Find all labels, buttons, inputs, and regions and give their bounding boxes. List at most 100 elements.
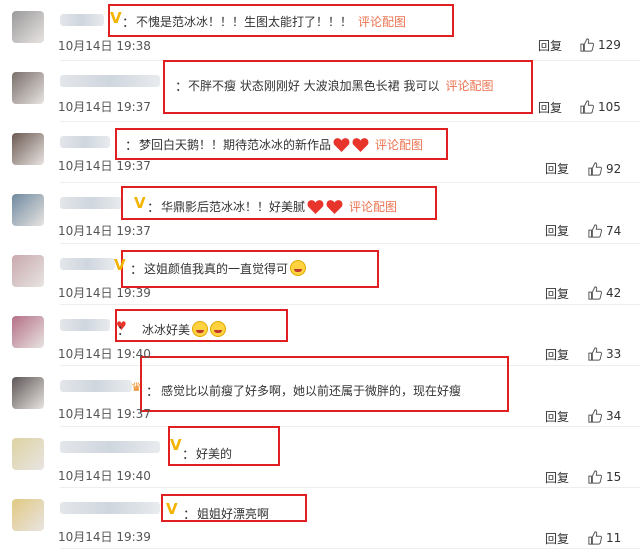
heart-emoji-icon	[333, 138, 350, 152]
reply-button[interactable]: 回复	[545, 160, 569, 177]
comment-image-link[interactable]: 评论配图	[445, 79, 493, 93]
comment-timestamp: 10月14日 19:38	[58, 39, 151, 53]
comment-text: 冰冰好美	[142, 321, 227, 338]
colon-separator: ：	[182, 448, 196, 463]
like-count: 92	[606, 162, 622, 176]
like-button[interactable]: 11	[588, 531, 621, 545]
reply-button[interactable]: 回复	[538, 37, 562, 54]
comment-image-link[interactable]: 评论配图	[375, 138, 423, 152]
avatar[interactable]	[12, 377, 44, 409]
avatar[interactable]	[12, 72, 44, 104]
crying-face-emoji-icon	[290, 260, 307, 276]
username-blurred[interactable]	[60, 258, 115, 270]
comment-image-link[interactable]: 评论配图	[349, 200, 397, 214]
colon-separator: ：	[125, 139, 139, 154]
comment-text: 华鼎影后范冰冰！！好美腻 评论配图	[161, 198, 397, 215]
comment-body: 这姐颜值我真的一直觉得可	[144, 262, 289, 276]
username-blurred[interactable]	[60, 75, 160, 87]
like-button[interactable]: 34	[588, 409, 621, 423]
username-blurred[interactable]	[60, 197, 122, 209]
colon-separator: ：	[130, 263, 144, 278]
reply-button[interactable]: 回复	[545, 469, 569, 486]
comment-timestamp: 10月14日 19:37	[58, 407, 151, 421]
thumbs-up-icon	[588, 470, 602, 484]
comment-timestamp: 10月14日 19:40	[58, 347, 151, 361]
avatar[interactable]	[12, 438, 44, 470]
comment-text: 梦回白天鹅！！期待范冰冰的新作品 评论配图	[139, 136, 423, 153]
like-button[interactable]: 92	[588, 162, 621, 176]
comment-body: 姐姐好漂亮啊	[197, 507, 270, 521]
username-blurred[interactable]	[60, 136, 110, 148]
avatar[interactable]	[12, 316, 44, 348]
reply-button[interactable]: 回复	[545, 408, 569, 425]
comment-text: 姐姐好漂亮啊	[197, 505, 269, 522]
reply-button[interactable]: 回复	[545, 222, 569, 239]
like-count: 129	[598, 38, 621, 52]
comment-timestamp: 10月14日 19:39	[58, 286, 151, 300]
comment-text: 感觉比以前瘦了好多啊，她以前还属于微胖的，现在好瘦	[161, 382, 461, 399]
heart-emoji-icon	[352, 138, 369, 152]
avatar[interactable]	[12, 194, 44, 226]
reply-button[interactable]: 回复	[545, 530, 569, 547]
like-button[interactable]: 15	[588, 470, 621, 484]
like-count: 15	[606, 470, 622, 484]
comment-timestamp: 10月14日 19:37	[58, 159, 151, 173]
comment-timestamp: 10月14日 19:39	[58, 530, 151, 544]
crying-face-emoji-icon	[210, 321, 227, 337]
avatar[interactable]	[12, 11, 44, 43]
like-button[interactable]: 42	[588, 286, 621, 300]
crown-badge-icon: ♛	[131, 380, 142, 394]
heart-emoji-icon	[326, 200, 343, 214]
comment-text: 不愧是范冰冰！！！生图太能打了！！！ 评论配图	[136, 13, 406, 30]
colon-separator: ：	[146, 385, 160, 400]
comment-timestamp: 10月14日 19:37	[58, 100, 151, 114]
like-button[interactable]: 74	[588, 224, 621, 238]
like-count: 42	[606, 286, 622, 300]
like-button[interactable]: 105	[580, 100, 621, 114]
thumbs-up-icon	[588, 286, 602, 300]
thumbs-up-icon	[588, 224, 602, 238]
avatar[interactable]	[12, 255, 44, 287]
reply-button[interactable]: 回复	[545, 346, 569, 363]
like-count: 34	[606, 409, 622, 423]
crying-face-emoji-icon	[192, 321, 209, 337]
username-blurred[interactable]	[60, 441, 160, 453]
avatar[interactable]	[12, 499, 44, 531]
comment-body: 好美的	[196, 447, 233, 461]
thumbs-up-icon	[588, 347, 602, 361]
vip-badge-icon: V	[114, 256, 126, 274]
username-blurred[interactable]	[60, 319, 110, 331]
comment-timestamp: 10月14日 19:40	[58, 469, 151, 483]
vip-badge-icon: V	[110, 9, 122, 27]
colon-separator: ：	[147, 201, 161, 216]
username-blurred[interactable]	[60, 14, 104, 26]
colon-separator: ：	[175, 80, 189, 95]
avatar[interactable]	[12, 133, 44, 165]
comment-body: 不愧是范冰冰！！！生图太能打了！！！	[136, 15, 353, 29]
like-button[interactable]: 33	[588, 347, 621, 361]
colon-separator: ：	[117, 324, 131, 339]
comment-timestamp: 10月14日 19:37	[58, 224, 151, 238]
comment-image-link[interactable]: 评论配图	[358, 15, 406, 29]
thumbs-up-icon	[588, 162, 602, 176]
username-blurred[interactable]	[60, 502, 160, 514]
thumbs-up-icon	[588, 531, 602, 545]
colon-separator: ：	[183, 508, 197, 523]
like-count: 33	[606, 347, 622, 361]
like-count: 105	[598, 100, 621, 114]
reply-button[interactable]: 回复	[538, 99, 562, 116]
heart-emoji-icon	[307, 200, 324, 214]
comment-text: 好美的	[196, 445, 232, 462]
username-blurred[interactable]	[60, 380, 132, 392]
like-count: 11	[606, 531, 622, 545]
like-button[interactable]: 129	[580, 38, 621, 52]
comment-body: 梦回白天鹅！！期待范冰冰的新作品	[139, 138, 332, 152]
vip-badge-icon: V	[134, 194, 146, 212]
vip-badge-icon: V	[166, 500, 178, 518]
reply-button[interactable]: 回复	[545, 285, 569, 302]
like-count: 74	[606, 224, 622, 238]
colon-separator: ：	[122, 16, 136, 31]
comment-body: 华鼎影后范冰冰！！好美腻	[161, 200, 306, 214]
comment-body: 冰冰好美	[142, 323, 191, 337]
comment-body: 不胖不瘦 状态刚刚好 大波浪加黑色长裙 我可以	[188, 79, 440, 93]
